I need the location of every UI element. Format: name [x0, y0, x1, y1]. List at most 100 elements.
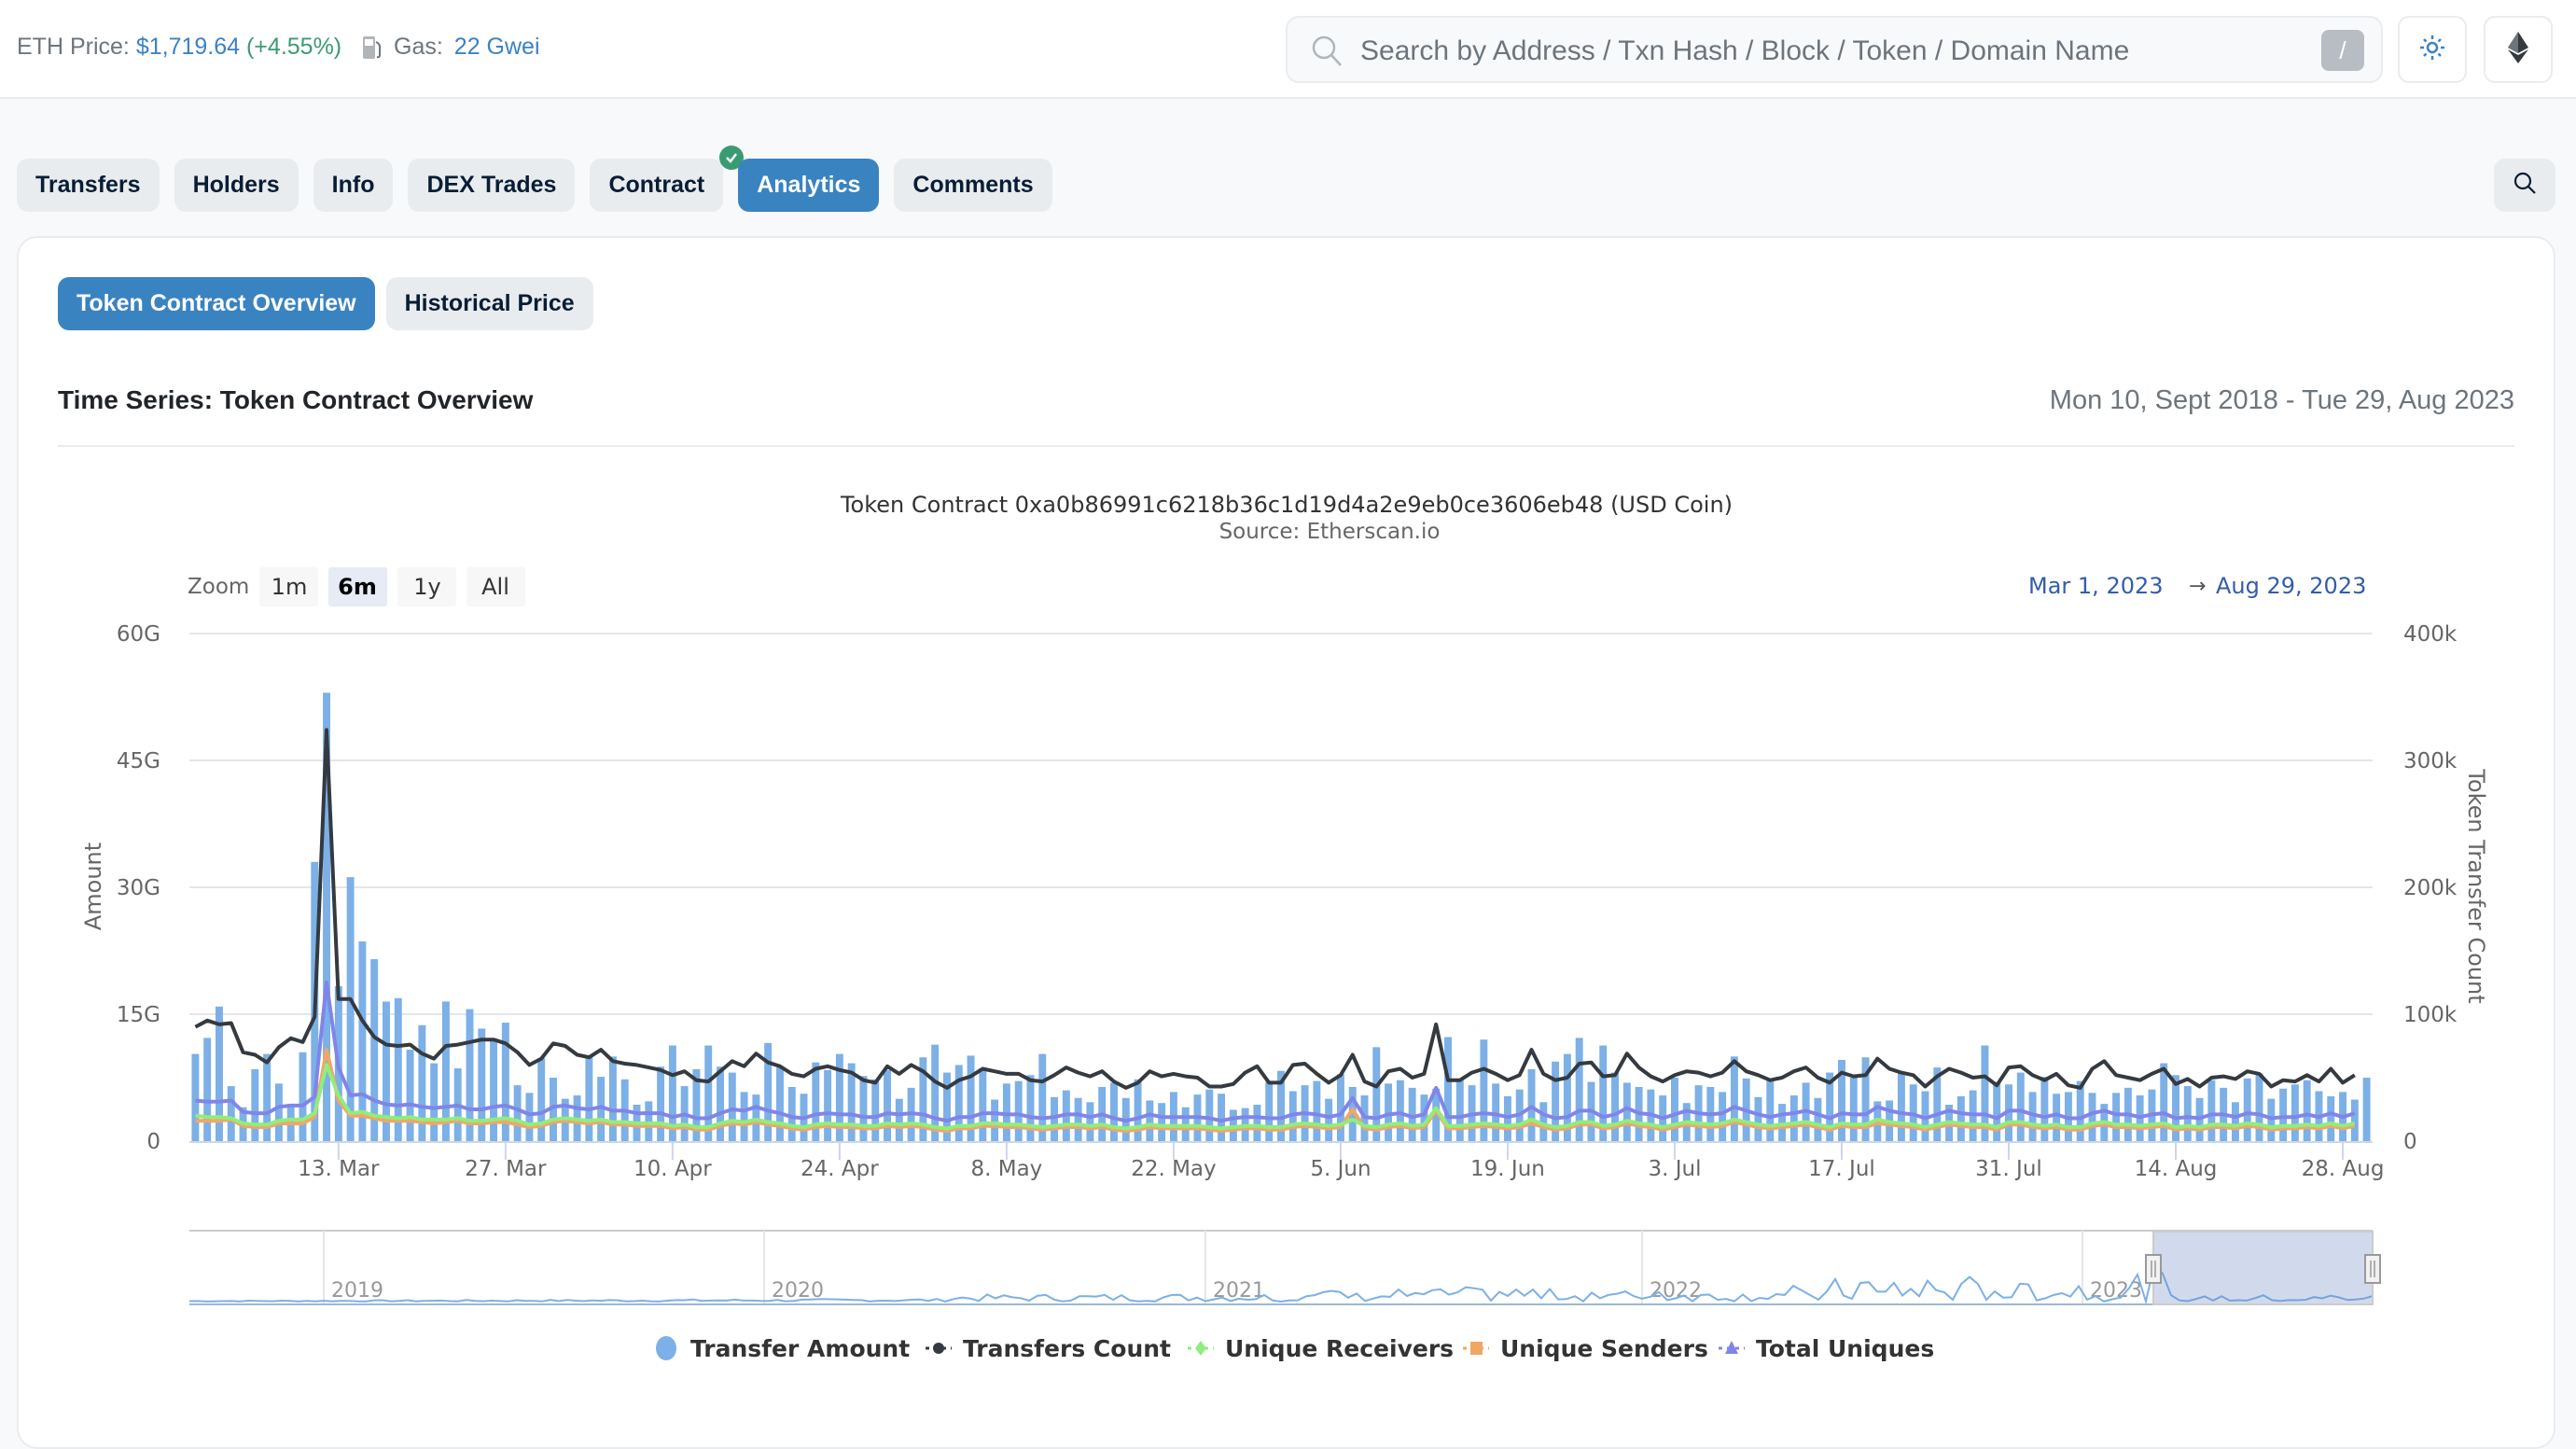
bar-transfer-amount[interactable] [537, 1058, 546, 1141]
bar-transfer-amount[interactable] [1622, 1082, 1631, 1141]
zoom-button-1y[interactable]: 1y [397, 567, 456, 606]
bar-transfer-amount[interactable] [2255, 1073, 2263, 1141]
bar-transfer-amount[interactable] [2183, 1086, 2192, 1141]
bar-transfer-amount[interactable] [657, 1066, 665, 1141]
bar-transfer-amount[interactable] [1897, 1071, 1905, 1141]
bar-transfer-amount[interactable] [1719, 1092, 1727, 1141]
bar-transfer-amount[interactable] [1086, 1102, 1094, 1141]
legend-unique-receivers[interactable]: Unique Receivers [1188, 1335, 1454, 1362]
bar-transfer-amount[interactable] [2327, 1095, 2335, 1141]
zoom-button-1m-label: 1m [272, 574, 308, 600]
bar-transfer-amount[interactable] [1158, 1103, 1166, 1141]
zoom-button-6m[interactable]: 6m [328, 567, 387, 606]
bar-transfer-amount[interactable] [1993, 1081, 2001, 1141]
bar-transfer-amount[interactable] [1754, 1096, 1762, 1141]
legend-total-uniques[interactable]: Total Uniques [1719, 1335, 1934, 1362]
bar-transfer-amount[interactable] [1789, 1095, 1798, 1141]
bar-transfer-amount[interactable] [1849, 1078, 1858, 1141]
bar-transfer-amount[interactable] [227, 1086, 235, 1141]
bar-transfer-amount[interactable] [2076, 1080, 2084, 1141]
bar-transfer-amount[interactable] [1110, 1082, 1118, 1141]
chart-container: Token Contract 0xa0b86991c6218b36c1d19d4… [0, 0, 2576, 1407]
bar-transfer-amount[interactable] [1253, 1105, 1261, 1141]
bar-transfer-amount[interactable] [1146, 1100, 1154, 1141]
bar-transfer-amount[interactable] [1218, 1094, 1226, 1141]
bar-transfer-amount[interactable] [2016, 1072, 2025, 1141]
bar-transfer-amount[interactable] [2231, 1102, 2239, 1141]
bar-transfer-amount[interactable] [2362, 1078, 2371, 1141]
bar-transfer-amount[interactable] [645, 1101, 653, 1141]
legend-unique-senders[interactable]: Unique Senders [1463, 1335, 1708, 1362]
legend-transfers-count[interactable]: Transfers Count [926, 1335, 1171, 1362]
bar-transfer-amount[interactable] [2112, 1093, 2121, 1141]
bar-transfer-amount[interactable] [406, 1050, 414, 1141]
zoom-button-1y-label: 1y [413, 574, 440, 600]
y-left-tick-label: 0 [146, 1130, 160, 1154]
bar-transfer-amount[interactable] [1205, 1089, 1214, 1141]
bar-transfer-amount[interactable] [2243, 1078, 2251, 1141]
bar-transfer-amount[interactable] [299, 1052, 307, 1141]
bar-transfer-amount[interactable] [740, 1092, 748, 1141]
bar-transfer-amount[interactable] [1814, 1097, 1822, 1141]
range-from-input[interactable]: Mar 1, 2023 [2028, 573, 2164, 599]
bar-transfer-amount[interactable] [2053, 1094, 2061, 1141]
navigator-year-label: 2019 [331, 1279, 383, 1303]
bar-transfer-amount[interactable] [1014, 1080, 1023, 1141]
bar-transfer-amount[interactable] [1611, 1072, 1619, 1141]
bar-transfer-amount[interactable] [1313, 1080, 1321, 1141]
line-transfers-count[interactable] [194, 728, 2356, 1090]
bar-transfer-amount[interactable] [346, 877, 355, 1141]
bar-transfer-amount[interactable] [1265, 1081, 1274, 1141]
bar-transfer-amount[interactable] [608, 1056, 617, 1141]
bar-transfer-amount[interactable] [1026, 1075, 1035, 1141]
bar-transfer-amount[interactable] [884, 1069, 891, 1141]
bar-transfer-amount[interactable] [251, 1068, 259, 1141]
navigator-handle-left[interactable] [2145, 1254, 2162, 1284]
bar-transfer-amount[interactable] [513, 1085, 522, 1141]
bar-transfer-amount[interactable] [1455, 1079, 1464, 1141]
navigator-handle-body[interactable] [2145, 1254, 2162, 1284]
bar-transfer-amount[interactable] [979, 1068, 987, 1141]
range-to-input[interactable]: Aug 29, 2023 [2216, 573, 2366, 599]
bar-transfer-amount[interactable] [2088, 1093, 2096, 1141]
bar-transfer-amount[interactable] [1766, 1080, 1775, 1141]
zoom-button-all[interactable]: All [466, 567, 525, 606]
bar-transfer-amount[interactable] [991, 1099, 999, 1141]
bar-transfer-amount[interactable] [2303, 1080, 2311, 1141]
bar-transfer-amount[interactable] [274, 1083, 283, 1141]
navigator-handle-body[interactable] [2364, 1254, 2381, 1284]
y-left-tick-label: 60G [117, 622, 160, 647]
y-right-tick-label: 300k [2403, 749, 2458, 773]
bar-transfer-amount[interactable] [2291, 1084, 2299, 1141]
bar-transfer-amount[interactable] [430, 1063, 439, 1141]
bar-transfer-amount[interactable] [525, 1093, 534, 1141]
navigator-selection[interactable] [2152, 1231, 2374, 1305]
bar-transfer-amount[interactable] [775, 1067, 784, 1141]
bar-transfer-amount[interactable] [191, 1053, 200, 1141]
bar-transfer-amount[interactable] [1956, 1095, 1965, 1141]
zoom-button-1m[interactable]: 1m [259, 567, 318, 606]
bar-transfer-amount[interactable] [1730, 1056, 1738, 1141]
bar-transfer-amount[interactable] [2207, 1080, 2216, 1141]
navigator-handle-right[interactable] [2364, 1254, 2381, 1284]
bar-transfer-amount[interactable] [585, 1055, 593, 1141]
legend-transfer-amount[interactable]: Transfer Amount [656, 1335, 910, 1362]
overview-chart[interactable]: Token Contract 0xa0b86991c6218b36c1d19d4… [0, 0, 2576, 1407]
bar-transfer-amount[interactable] [859, 1076, 868, 1141]
bar-transfer-amount[interactable] [490, 1040, 498, 1141]
bar-transfer-amount[interactable] [717, 1066, 724, 1141]
bar-transfer-amount[interactable] [2279, 1088, 2288, 1141]
bar-transfer-amount[interactable] [2350, 1099, 2359, 1141]
bar-transfer-amount[interactable] [871, 1079, 880, 1141]
bar-transfer-amount[interactable] [1396, 1080, 1404, 1141]
bar-transfer-amount[interactable] [728, 1072, 736, 1141]
bar-transfer-amount[interactable] [1325, 1098, 1333, 1141]
legend-label: Transfers Count [963, 1335, 1171, 1362]
bar-transfer-amount[interactable] [787, 1086, 796, 1141]
bar-transfer-amount[interactable] [203, 1038, 212, 1141]
bar-transfer-amount[interactable] [895, 1098, 903, 1141]
bar-transfer-amount[interactable] [2040, 1077, 2049, 1141]
bar-transfer-amount[interactable] [1074, 1097, 1082, 1141]
bar-transfer-amount[interactable] [1671, 1078, 1678, 1141]
bar-transfer-amount[interactable] [824, 1069, 832, 1141]
